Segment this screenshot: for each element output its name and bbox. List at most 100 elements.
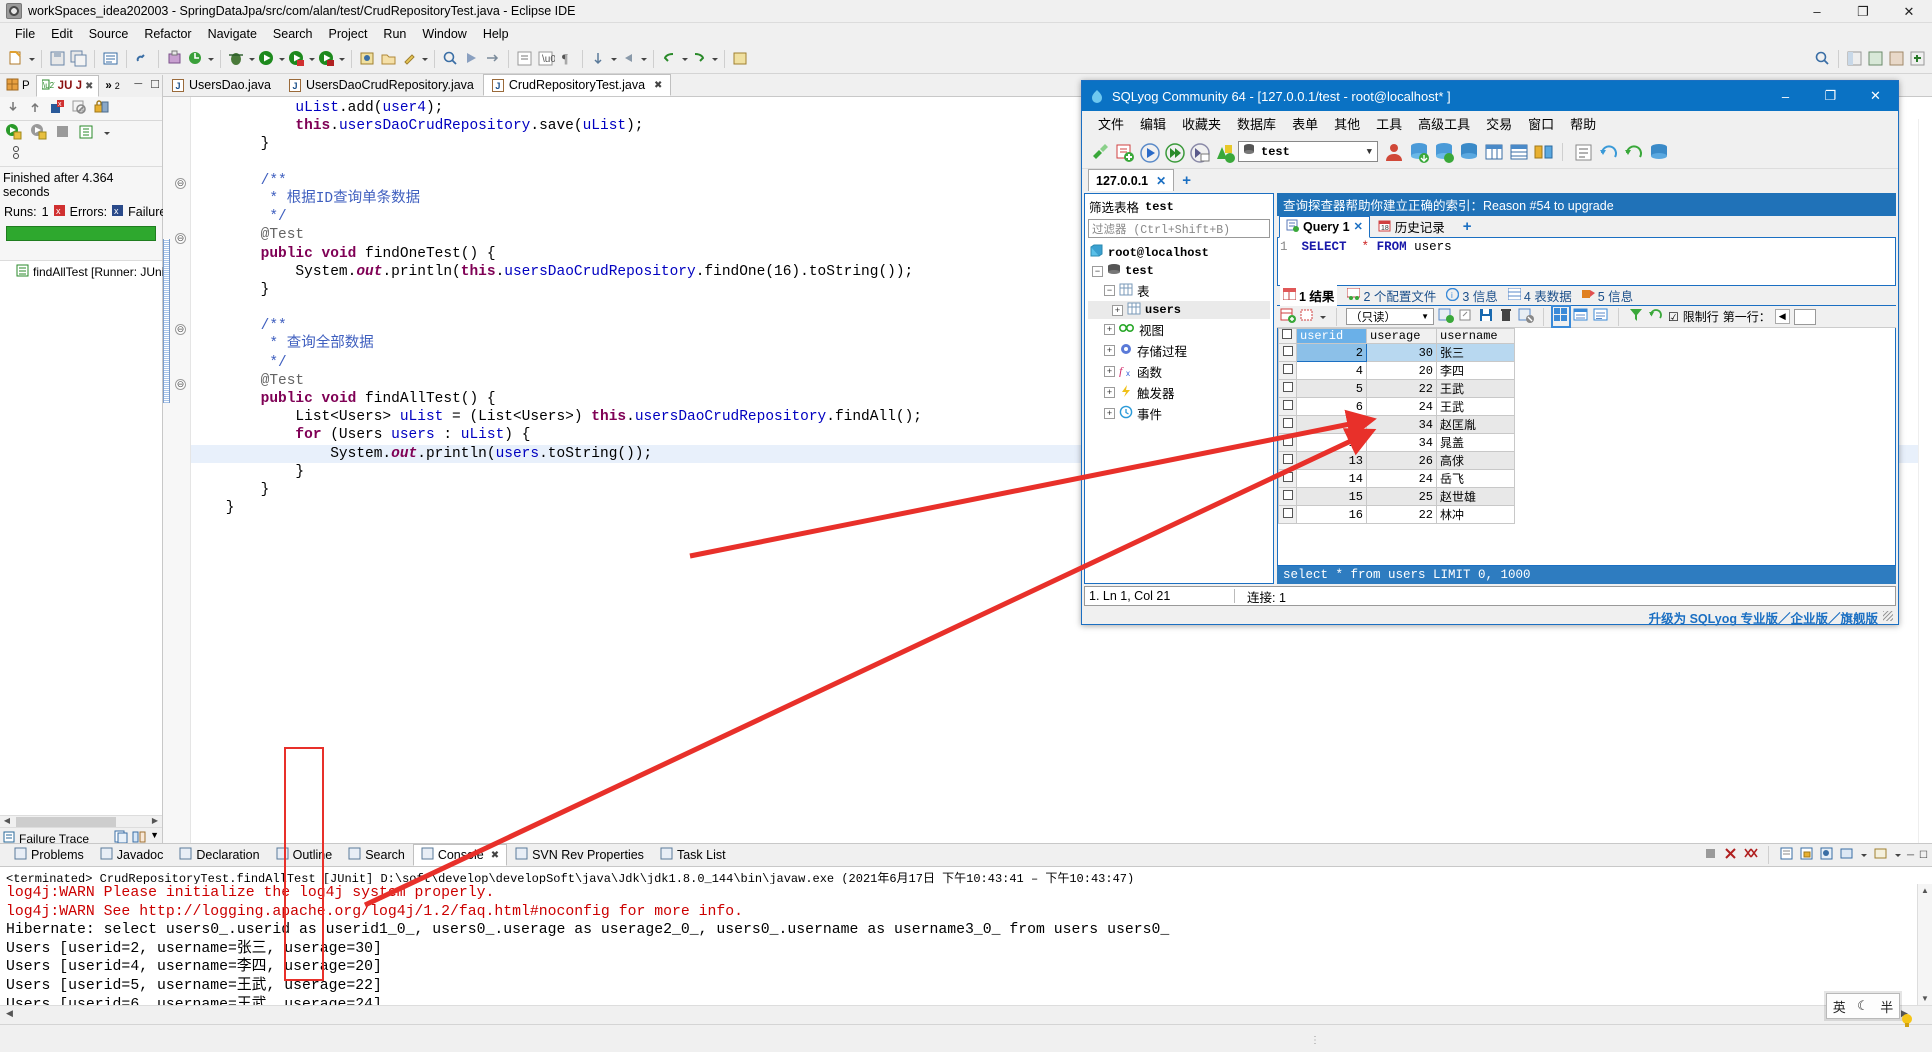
query-tab-Query-1[interactable]: Query 1 ✕: [1279, 215, 1370, 238]
rerun-failed-icon[interactable]: [30, 123, 47, 143]
sqlyog-menu-item[interactable]: 编辑: [1132, 112, 1174, 135]
grid-cell-username[interactable]: 赵匡胤: [1436, 415, 1515, 434]
add-connection-tab-button[interactable]: +: [1174, 172, 1199, 189]
column-select-dropdown-icon[interactable]: [1318, 308, 1327, 326]
open-console-icon[interactable]: [1873, 846, 1888, 864]
grid-cell-username[interactable]: 高俅: [1436, 451, 1515, 470]
grid-row[interactable]: 14 24 岳飞: [1278, 469, 1515, 488]
new-dropdown-icon[interactable]: [27, 50, 36, 68]
fold-collapse-icon-2[interactable]: ⊖: [175, 233, 186, 244]
search-toolbar-icon[interactable]: [441, 49, 460, 68]
query-builder-icon[interactable]: [1214, 142, 1235, 163]
console-tab-search[interactable]: Search: [340, 844, 413, 866]
editor-overview-ruler[interactable]: [1918, 119, 1932, 843]
sqlyog-menu-item[interactable]: 工具: [1368, 112, 1410, 135]
editor-tab-2[interactable]: J CrudRepositoryTest.java ✖: [482, 74, 672, 96]
menu-item-help[interactable]: Help: [475, 25, 517, 43]
grid-cell-username[interactable]: 王武: [1436, 379, 1515, 398]
lock-icon[interactable]: [93, 99, 109, 118]
chevron-down-icon[interactable]: ▼: [1421, 312, 1429, 321]
menu-item-project[interactable]: Project: [321, 25, 376, 43]
terminate-icon[interactable]: [1703, 846, 1718, 864]
grid-row[interactable]: 7 34 赵匡胤: [1278, 415, 1515, 434]
console-scroll-left-icon[interactable]: ◀: [2, 1008, 17, 1019]
grid-cell-username[interactable]: 晁盖: [1436, 433, 1515, 452]
pin-console-icon[interactable]: [1819, 846, 1834, 864]
clear-console-icon[interactable]: [1779, 846, 1794, 864]
schema-designer-icon[interactable]: [1533, 142, 1553, 161]
grid-row[interactable]: 16 22 林冲: [1278, 505, 1515, 524]
remove-launch-icon[interactable]: [1723, 846, 1738, 864]
console-maximize-icon[interactable]: ☐: [1919, 850, 1928, 861]
console-tab-outline[interactable]: Outline: [268, 844, 341, 866]
build-icon[interactable]: [165, 49, 184, 68]
database-selector[interactable]: test ▼: [1238, 141, 1378, 162]
query-tab-历史记录[interactable]: 18 历史记录: [1372, 215, 1451, 238]
console-tab-declaration[interactable]: Declaration: [171, 844, 267, 866]
grid-cell-username[interactable]: 王武: [1436, 397, 1515, 416]
display-selected-console-icon[interactable]: [1839, 846, 1854, 864]
coverage-icon[interactable]: [317, 49, 336, 68]
sql-formatter-icon[interactable]: [1573, 142, 1592, 161]
sqlyog-menu-item[interactable]: 帮助: [1562, 112, 1604, 135]
tab-junit-close-icon[interactable]: ✖: [85, 81, 93, 92]
new-query-tab-icon[interactable]: [1114, 142, 1134, 162]
next-failure-icon[interactable]: [5, 99, 21, 118]
form-view-icon[interactable]: [1573, 307, 1589, 326]
save-all-icon[interactable]: [69, 49, 88, 68]
perspective-add-icon[interactable]: [1908, 49, 1927, 68]
fold-collapse-icon-3[interactable]: ⊖: [175, 324, 186, 335]
execute-all-queries-icon[interactable]: [1164, 142, 1185, 163]
refresh-dropdown-icon[interactable]: [206, 50, 215, 68]
grid-cell-userid[interactable]: 5: [1296, 379, 1367, 398]
tree-expand-icon[interactable]: +: [1104, 408, 1115, 419]
print-icon[interactable]: [101, 49, 120, 68]
execute-query-icon[interactable]: [1139, 142, 1160, 163]
upgrade-link[interactable]: 升级为 SQLyog 专业版／企业版／旗舰版: [1084, 606, 1896, 627]
grid-cell-userid[interactable]: 6: [1296, 397, 1367, 416]
grid-cell-userage[interactable]: 22: [1366, 505, 1437, 524]
ime-moon-icon[interactable]: ☾: [1857, 998, 1869, 1014]
grid-row-select-cell[interactable]: [1278, 415, 1297, 434]
prev-failure-icon[interactable]: [27, 99, 43, 118]
refresh-icon[interactable]: [186, 49, 205, 68]
grid-cell-userage[interactable]: 20: [1366, 361, 1437, 380]
grid-column-header-userage[interactable]: userage: [1366, 328, 1437, 344]
grid-row[interactable]: 2 30 张三: [1278, 343, 1515, 362]
console-tab-close-icon[interactable]: ✖: [491, 850, 499, 861]
scroll-left-icon[interactable]: ◀: [0, 816, 14, 828]
row-checkbox[interactable]: [1282, 417, 1293, 428]
grid-column-header-username[interactable]: username: [1436, 328, 1515, 344]
menu-item-run[interactable]: Run: [375, 25, 414, 43]
grid-cell-userage[interactable]: 26: [1366, 451, 1437, 470]
grid-row[interactable]: 15 25 赵世雄: [1278, 487, 1515, 506]
save-icon[interactable]: [48, 49, 67, 68]
tree-node-database[interactable]: − test: [1088, 262, 1270, 280]
back-arrow-dropdown-icon[interactable]: [680, 50, 689, 68]
import-external-data-icon[interactable]: [1408, 142, 1429, 163]
scroll-thumb[interactable]: [16, 817, 116, 827]
execute-query-to-file-icon[interactable]: [1189, 142, 1210, 163]
grid-cell-userage[interactable]: 22: [1366, 379, 1437, 398]
editor-tab-1[interactable]: J UsersDaoCrudRepository.java: [280, 74, 483, 96]
filter-stacktrace-icon[interactable]: [71, 99, 87, 118]
sqlyog-menu-item[interactable]: 数据库: [1229, 112, 1284, 135]
result-tab-4-表数据[interactable]: 4 表数据: [1507, 286, 1572, 305]
menu-item-edit[interactable]: Edit: [43, 25, 81, 43]
grid-row[interactable]: 12 34 晁盖: [1278, 433, 1515, 452]
perspective-java-icon[interactable]: [1845, 49, 1864, 68]
editor-tab-close-icon[interactable]: ✖: [654, 80, 662, 91]
grid-row[interactable]: 6 24 王武: [1278, 397, 1515, 416]
tree-node-触发器[interactable]: + 触发器: [1088, 382, 1270, 403]
sqlyog-menu-item[interactable]: 窗口: [1520, 112, 1562, 135]
grid-select-all-cell[interactable]: [1278, 328, 1297, 344]
result-tab-2-个配置文件[interactable]: 2 个配置文件: [1346, 286, 1436, 305]
menu-item-source[interactable]: Source: [81, 25, 137, 43]
console-tab-svn-rev-properties[interactable]: SVN Rev Properties: [507, 844, 652, 866]
back-nav-dropdown-icon[interactable]: [639, 50, 648, 68]
tree-node-表[interactable]: − 表: [1088, 280, 1270, 301]
new-icon[interactable]: [7, 49, 26, 68]
tree-node-事件[interactable]: + 事件: [1088, 403, 1270, 424]
fold-collapse-icon-4[interactable]: ⊖: [175, 379, 186, 390]
new-annotation-dropdown-icon[interactable]: [420, 50, 429, 68]
